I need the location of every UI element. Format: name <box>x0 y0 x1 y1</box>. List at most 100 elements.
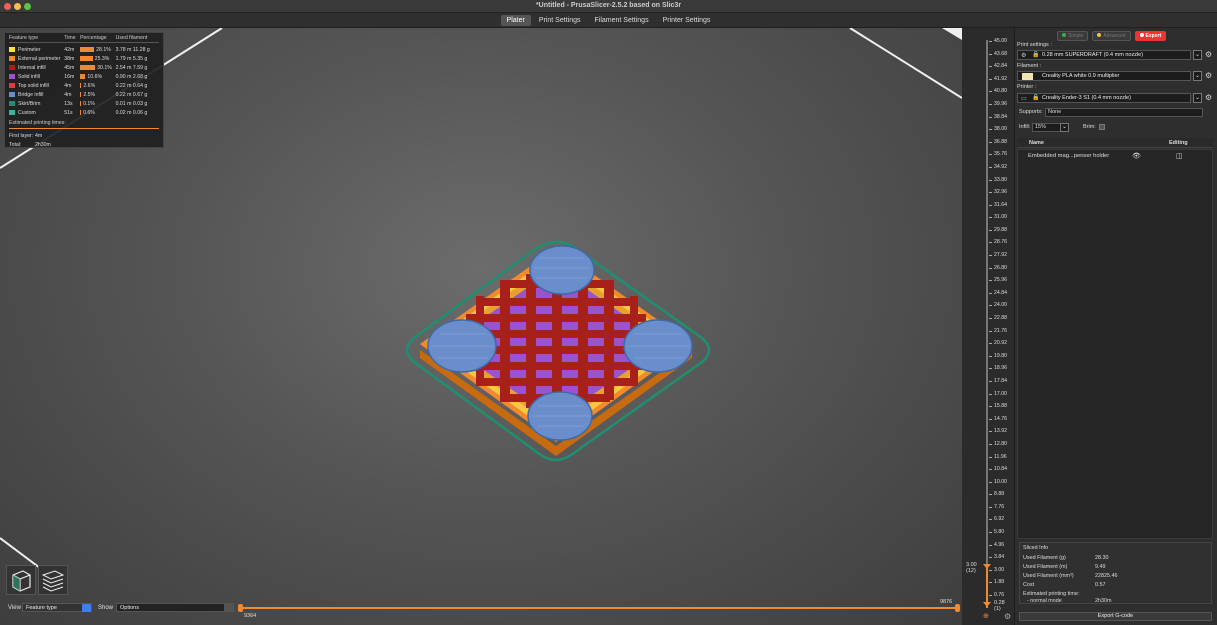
chevron-down-icon[interactable]: ⌄ <box>1193 50 1202 60</box>
sliced-info-value: 22825.46 <box>1095 573 1118 579</box>
legend-header-percentage: Percentage <box>80 35 107 41</box>
mode-label: Expert <box>1145 33 1162 39</box>
legend-header-used: Used filament <box>115 35 148 41</box>
layer-top-readout: 3.00 (12) <box>966 562 977 574</box>
layer-tick-label: 38.00 <box>989 126 1007 133</box>
layer-tick-label: 24.00 <box>989 302 1007 309</box>
lock-icon[interactable]: ⊕ <box>983 612 989 620</box>
export-gcode-button[interactable]: Export G-code <box>1019 612 1212 621</box>
legend-feature: Internal infill <box>18 64 46 71</box>
legend-feature: Perimeter <box>18 46 41 53</box>
brim-checkbox[interactable] <box>1099 124 1105 130</box>
tab-print-settings[interactable]: Print Settings <box>533 15 587 26</box>
legend-pct: 10.6% <box>87 73 103 80</box>
layer-tick-label: 22.88 <box>989 315 1007 321</box>
chevron-down-icon[interactable]: ⌄ <box>1193 93 1202 103</box>
gear-icon[interactable]: ⚙ <box>1004 612 1011 621</box>
layer-slider-bottom-thumb[interactable] <box>983 602 991 607</box>
print-settings-select[interactable]: ⚙ 🔒 0.28 mm SUPERDRAFT (0.4 mm nozzle) <box>1017 50 1191 60</box>
gear-icon[interactable]: ⚙ <box>1205 50 1212 59</box>
layer-tick-label: 11.96 <box>989 453 1007 460</box>
3d-view-button[interactable] <box>6 565 36 595</box>
legend-row[interactable]: Solid infill 16m 10.6% 0.90 m 2.68 g <box>9 72 159 81</box>
legend-swatch <box>9 110 15 115</box>
chevron-down-icon[interactable]: ⌄ <box>1060 123 1069 132</box>
layer-tick-label: 38.84 <box>989 113 1007 120</box>
mode-advanced-button[interactable]: Advanced <box>1092 31 1131 41</box>
layer-slider-top-thumb[interactable] <box>983 564 991 569</box>
layer-tick-label: 7.76 <box>988 503 1005 510</box>
layer-tick-label: 26.80 <box>989 264 1007 271</box>
printer-select[interactable]: ▭ 🔒 Creality Ender-3 S1 (0.4 mm nozzle) <box>1017 93 1191 103</box>
layer-tick-label: 5.80 <box>988 529 1005 536</box>
layer-tick-label: 43.68 <box>989 50 1007 57</box>
layer-tick-label: 27.92 <box>989 252 1007 259</box>
layer-slider-panel: 45.00 43.68 42.84 41.92 40.80 39.96 38.84 38.00… <box>962 28 1014 625</box>
legend-swatch <box>9 92 15 97</box>
mode-expert-button[interactable]: Expert <box>1134 31 1167 41</box>
chevron-down-icon[interactable]: ⌄ <box>1193 71 1202 81</box>
tab-filament-settings[interactable]: Filament Settings <box>588 15 654 26</box>
total-value: 2h30m <box>35 141 51 148</box>
supports-select[interactable]: None <box>1045 108 1203 117</box>
column-editing: Editing <box>1169 140 1188 146</box>
mode-switcher: Simple Advanced Expert <box>1057 31 1167 41</box>
legend-row[interactable]: Bridge infill 4m 2.5% 0.22 m 0.67 g <box>9 90 159 99</box>
bed-edge-line <box>849 28 962 99</box>
chevron-down-icon <box>82 604 91 612</box>
legend-time: 13s <box>64 100 73 107</box>
gear-icon[interactable]: ⚙ <box>1205 93 1212 102</box>
show-options-select[interactable]: Options <box>116 603 234 612</box>
list-item[interactable]: Embedded mag...penser holder 👁 ◫ <box>1018 152 1214 162</box>
legend-used: 1.79 m 5.35 g <box>115 55 148 62</box>
filament-color-swatch[interactable] <box>1022 73 1033 80</box>
bed-corner <box>942 28 962 40</box>
legend-row[interactable]: Internal infill 45m 30.1% 2.54 m 7.59 g <box>9 63 159 72</box>
tab-printer-settings[interactable]: Printer Settings <box>657 15 717 26</box>
legend-bar <box>80 47 95 52</box>
legend-row[interactable]: External perimeter 38m 25.3% 1.79 m 5.35 g <box>9 54 159 63</box>
mode-simple-button[interactable]: Simple <box>1057 31 1089 41</box>
mode-label: Simple <box>1068 33 1084 39</box>
legend-pct: 0.6% <box>83 109 95 116</box>
layer-tick-label: 31.00 <box>989 214 1007 221</box>
sliced-info-value: 2h30m <box>1095 598 1112 604</box>
layer-top-index: (12) <box>966 568 976 574</box>
legend-bar <box>80 92 82 97</box>
legend-row[interactable]: Top solid infill 4m 2.6% 0.22 m 0.64 g <box>9 81 159 90</box>
tab-plater[interactable]: Plater <box>500 15 531 26</box>
layers-icon <box>41 570 65 592</box>
layer-tick-label: 35.76 <box>989 151 1007 158</box>
legend-header-time: Time <box>64 35 76 41</box>
h-slider-min-thumb[interactable] <box>238 604 243 612</box>
total-time: Total: 2h30m <box>9 140 159 149</box>
h-slider-max-thumb[interactable] <box>955 604 960 612</box>
layer-tick-label: 41.92 <box>989 75 1007 82</box>
legend-row[interactable]: Skirt/Brim 13s 0.1% 0.01 m 0.03 g <box>9 99 159 108</box>
layer-tick-label: 10.00 <box>989 478 1007 485</box>
layer-tick-label: 4.96 <box>988 541 1005 548</box>
view-type-select[interactable]: Feature type <box>22 603 92 612</box>
show-options-value: Options <box>120 605 139 611</box>
printer-label: Printer : <box>1017 84 1037 90</box>
eye-icon[interactable]: 👁 <box>1132 152 1141 160</box>
filament-select[interactable]: Creality PLA white 0.9 multiplier <box>1017 71 1191 81</box>
title-bar: *Untitled - PrusaSlicer-2.5.2 based on S… <box>0 0 1217 13</box>
object-list[interactable]: Embedded mag...penser holder 👁 ◫ <box>1017 149 1213 539</box>
layer-tick-label: 8.88 <box>988 491 1005 498</box>
legend-swatch <box>9 56 15 61</box>
gear-icon[interactable]: ⚙ <box>1205 71 1212 80</box>
layer-tick-label: 0.76 <box>988 592 1005 598</box>
horizontal-move-slider[interactable] <box>238 604 960 612</box>
legend-time: 16m <box>64 73 75 80</box>
legend-row[interactable]: Custom 51s 0.6% 0.02 m 0.06 g <box>9 108 159 117</box>
edit-icon[interactable]: ◫ <box>1176 152 1183 160</box>
legend-row[interactable]: Perimeter 42m 28.1% 3.78 m 11.28 g <box>9 45 159 54</box>
first-layer-label: First layer: <box>9 132 34 139</box>
layer-tick-label: 31.64 <box>989 201 1007 208</box>
layer-slider-track[interactable] <box>986 40 988 600</box>
infill-label: Infill: <box>1019 124 1031 130</box>
layers-view-button[interactable] <box>38 565 68 595</box>
lock-icon: 🔒 <box>1032 52 1040 58</box>
legend-bar <box>80 83 82 88</box>
